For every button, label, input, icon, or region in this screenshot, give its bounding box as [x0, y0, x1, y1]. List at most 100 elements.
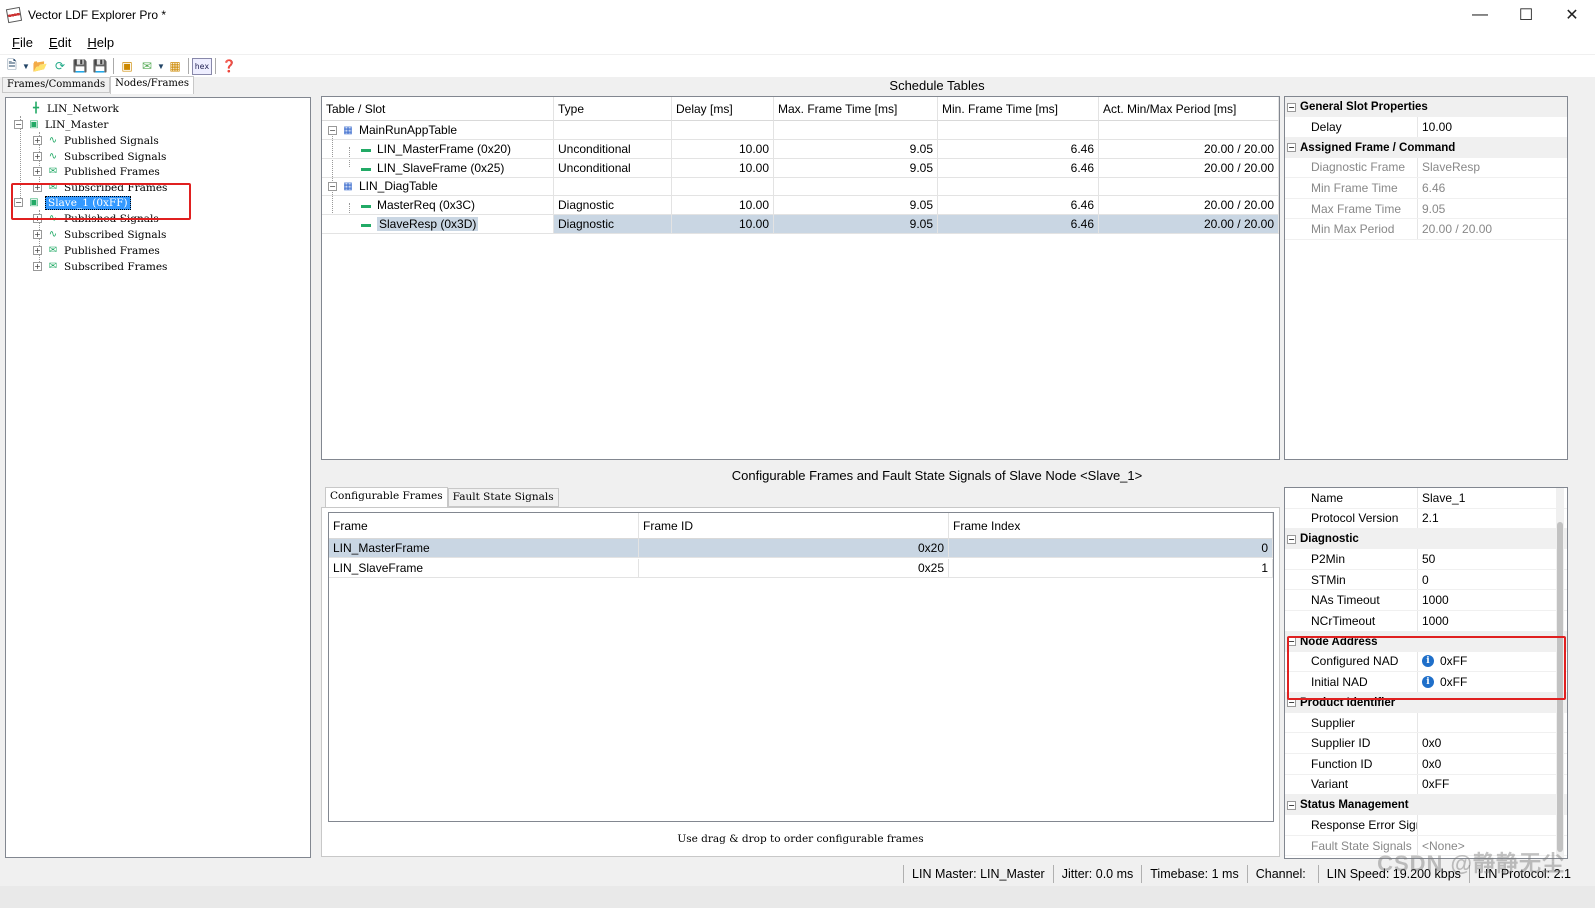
column-header[interactable]: Act. Min/Max Period [ms]	[1099, 97, 1279, 121]
dropdown-arrow-icon[interactable]: ▼	[22, 57, 30, 75]
tree-item-slave-subscribed-frames[interactable]: + ✉ Subscribed Frames	[33, 259, 167, 274]
new-file-icon[interactable]: 🗎	[2, 57, 22, 75]
tree-item-master[interactable]: − ▣ LIN_Master	[14, 117, 108, 132]
dropdown-arrow-icon[interactable]: ▼	[157, 57, 165, 75]
close-button[interactable]: ✕	[1549, 0, 1595, 30]
column-header[interactable]: Min. Frame Time [ms]	[938, 97, 1099, 121]
collapse-icon[interactable]: −	[1287, 534, 1296, 544]
expand-icon[interactable]: +	[33, 136, 42, 145]
reload-icon[interactable]: ⟳	[50, 57, 70, 75]
signal-out-icon: ∿	[48, 135, 58, 146]
expand-icon[interactable]: +	[33, 167, 42, 176]
expand-icon[interactable]: +	[33, 230, 42, 239]
minimize-button[interactable]: —	[1457, 0, 1503, 30]
tab-configurable-frames[interactable]: Configurable Frames	[325, 487, 448, 508]
column-header[interactable]: Delay [ms]	[672, 97, 774, 121]
tree-item-master-published-frames[interactable]: + ✉ Published Frames	[33, 164, 160, 179]
status-master: LIN Master: LIN_Master	[903, 865, 1053, 883]
table-row[interactable]: − ▦ LIN_DiagTable	[322, 177, 1279, 196]
highlight-box-node-address	[1287, 636, 1566, 700]
expand-icon[interactable]: +	[33, 262, 42, 271]
status-channel: Channel:	[1246, 865, 1318, 883]
category-diagnostic[interactable]: − Diagnostic	[1285, 529, 1567, 550]
property-row[interactable]: Min Max Period 20.00 / 20.00	[1285, 219, 1567, 240]
maximize-button[interactable]: ☐	[1503, 0, 1549, 30]
slot-icon: ▬	[361, 143, 371, 155]
column-header[interactable]: Frame	[329, 513, 639, 539]
property-row[interactable]: NCrTimeout 1000	[1285, 610, 1567, 632]
property-row[interactable]: Function ID 0x0	[1285, 753, 1567, 775]
property-row[interactable]: Diagnostic Frame SlaveResp	[1285, 157, 1567, 179]
table-row-selected[interactable]: LIN_MasterFrame 0x20 0	[329, 539, 1273, 558]
network-icon: ╋	[32, 103, 40, 114]
column-header[interactable]: Frame ID	[639, 513, 949, 539]
hex-toggle-button[interactable]: hex	[192, 57, 212, 75]
property-row[interactable]: STMin 0	[1285, 569, 1567, 591]
property-row[interactable]: Supplier ID 0x0	[1285, 733, 1567, 754]
open-folder-icon[interactable]: 📂	[30, 57, 50, 75]
table-row[interactable]: ▬ LIN_SlaveFrame (0x25) Unconditional 10.…	[322, 159, 1279, 178]
configurable-frames-table: Frame Frame ID Frame Index LIN_MasterFra…	[328, 512, 1274, 822]
property-row[interactable]: Name Slave_1	[1285, 488, 1567, 509]
tree-item-slave-subscribed-signals[interactable]: + ∿ Subscribed Signals	[33, 227, 166, 242]
column-header[interactable]: Type	[554, 97, 672, 121]
table-row[interactable]: ▬ MasterReq (0x3C) Diagnostic 10.00 9.05 …	[322, 196, 1279, 215]
collapse-icon[interactable]: −	[1287, 143, 1296, 153]
column-header[interactable]: Frame Index	[949, 513, 1273, 539]
collapse-icon[interactable]: −	[328, 181, 337, 191]
save-icon[interactable]: 💾	[70, 57, 90, 75]
schedule-header-row: Table / Slot Type Delay [ms] Max. Frame …	[322, 97, 1279, 121]
slot-icon: ▬	[361, 199, 371, 211]
expand-icon[interactable]: +	[33, 246, 42, 255]
menu-help[interactable]: Help	[79, 35, 122, 50]
tab-fault-state-signals[interactable]: Fault State Signals	[447, 488, 559, 507]
table-row[interactable]: LIN_SlaveFrame 0x25 1	[329, 559, 1273, 578]
watermark: CSDN @静静无尘	[1377, 851, 1565, 876]
tree-item-master-published-signals[interactable]: + ∿ Published Signals	[33, 133, 159, 148]
category-assigned-frame[interactable]: − Assigned Frame / Command	[1285, 137, 1567, 158]
title-bar: Vector LDF Explorer Pro * — ☐ ✕	[0, 0, 1595, 30]
table-row[interactable]: − ▦ MainRunAppTable	[322, 121, 1279, 140]
table-row[interactable]: ▬ LIN_MasterFrame (0x20) Unconditional 10…	[322, 140, 1279, 159]
property-row[interactable]: Response Error Sign	[1285, 815, 1567, 836]
property-row[interactable]: P2Min 50	[1285, 549, 1567, 570]
property-row[interactable]: Protocol Version 2.1	[1285, 508, 1567, 530]
signal-in-icon: ∿	[48, 229, 58, 240]
collapse-icon[interactable]: −	[328, 125, 337, 135]
frame-out-icon: ✉	[48, 166, 58, 177]
highlight-box-slave	[11, 183, 191, 220]
add-node-icon[interactable]: ▣	[117, 57, 137, 75]
configurable-frames-header: Configurable Frames and Fault State Sign…	[731, 468, 1143, 483]
tree-item-slave-published-frames[interactable]: + ✉ Published Frames	[33, 243, 160, 258]
property-row[interactable]: NAs Timeout 1000	[1285, 590, 1567, 611]
collapse-icon[interactable]: −	[1287, 800, 1296, 810]
category-general-slot-properties[interactable]: − General Slot Properties	[1285, 97, 1567, 117]
menu-bar: File Edit Help	[0, 30, 1595, 54]
property-row[interactable]: Max Frame Time 9.05	[1285, 198, 1567, 220]
property-row[interactable]: Delay 10.00	[1285, 117, 1567, 138]
save-all-icon[interactable]: 💾	[90, 57, 110, 75]
tree-item-master-subscribed-signals[interactable]: + ∿ Subscribed Signals	[33, 149, 166, 164]
help-icon[interactable]: ❓	[219, 57, 239, 75]
add-schedule-icon[interactable]: ▦	[165, 57, 185, 75]
bottom-strip	[0, 886, 1595, 908]
collapse-icon[interactable]: −	[14, 120, 23, 129]
menu-file[interactable]: File	[4, 35, 41, 50]
status-timebase: Timebase: 1 ms	[1141, 865, 1246, 883]
property-row[interactable]: Supplier	[1285, 712, 1567, 734]
property-row[interactable]: Variant 0xFF	[1285, 774, 1567, 796]
column-header[interactable]: Table / Slot	[322, 97, 554, 121]
tab-frames-commands[interactable]: Frames/Commands	[2, 77, 111, 93]
expand-icon[interactable]: +	[33, 152, 42, 161]
slot-icon: ▬	[361, 162, 371, 174]
tab-nodes-frames[interactable]: Nodes/Frames	[110, 76, 194, 94]
tree-item-network[interactable]: ╋ LIN_Network	[28, 101, 119, 116]
menu-edit[interactable]: Edit	[41, 35, 79, 50]
add-frame-icon[interactable]: ✉	[137, 57, 157, 75]
column-header[interactable]: Max. Frame Time [ms]	[774, 97, 938, 121]
category-status-management[interactable]: − Status Management	[1285, 795, 1567, 816]
collapse-icon[interactable]: −	[1287, 102, 1296, 112]
config-header-row: Frame Frame ID Frame Index	[329, 513, 1273, 539]
table-row-selected[interactable]: ▬ SlaveResp (0x3D) Diagnostic 10.00 9.05 …	[322, 215, 1279, 234]
property-row[interactable]: Min Frame Time 6.46	[1285, 178, 1567, 199]
